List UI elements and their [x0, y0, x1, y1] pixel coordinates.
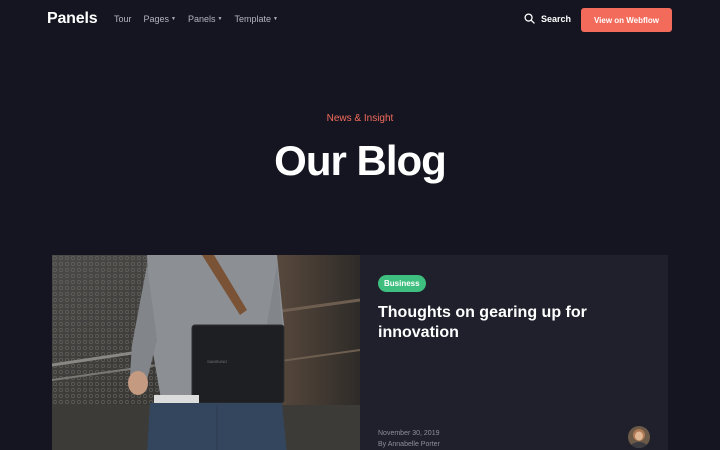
nav-link-pages[interactable]: Pages ▼ — [144, 14, 176, 24]
nav-link-label: Tour — [114, 14, 132, 24]
post-photo: SAMSUNG — [52, 255, 360, 450]
top-navigation: Panels Tour Pages ▼ Panels ▼ Template ▼ … — [0, 0, 720, 40]
post-title[interactable]: Thoughts on gearing up for innovation — [378, 303, 648, 343]
caret-down-icon: ▼ — [217, 16, 223, 22]
avatar-image — [628, 426, 650, 448]
hero-eyebrow: News & Insight — [326, 113, 394, 124]
logo[interactable]: Panels — [47, 10, 98, 28]
nav-links: Tour Pages ▼ Panels ▼ Template ▼ — [114, 14, 290, 24]
nav-link-template[interactable]: Template ▼ — [234, 14, 277, 24]
post-body: Business Thoughts on gearing up for inno… — [378, 273, 648, 343]
post-author: By Annabelle Porter — [378, 441, 440, 448]
featured-post-card[interactable]: SAMSUNG Business Thoughts on gearing up … — [52, 255, 668, 450]
search-label: Search — [541, 13, 572, 24]
page-title: Our Blog — [274, 137, 447, 184]
author-avatar — [628, 426, 650, 448]
nav-link-label: Panels — [188, 14, 216, 24]
caret-down-icon: ▼ — [273, 16, 278, 22]
view-on-webflow-button[interactable]: View on Webflow — [581, 8, 672, 32]
category-badge[interactable]: Business — [378, 275, 426, 292]
nav-link-label: Pages — [143, 14, 170, 24]
caret-down-icon: ▼ — [171, 16, 176, 22]
laptop-brand-text: SAMSUNG — [207, 359, 227, 364]
nav-link-tour[interactable]: Tour — [114, 14, 132, 24]
post-date: November 30, 2019 — [378, 430, 440, 437]
search-icon — [524, 13, 535, 24]
search-button[interactable]: Search — [524, 13, 571, 24]
nav-link-label: Template — [234, 14, 272, 24]
post-image: SAMSUNG — [52, 255, 360, 450]
nav-link-panels[interactable]: Panels ▼ — [188, 14, 222, 24]
